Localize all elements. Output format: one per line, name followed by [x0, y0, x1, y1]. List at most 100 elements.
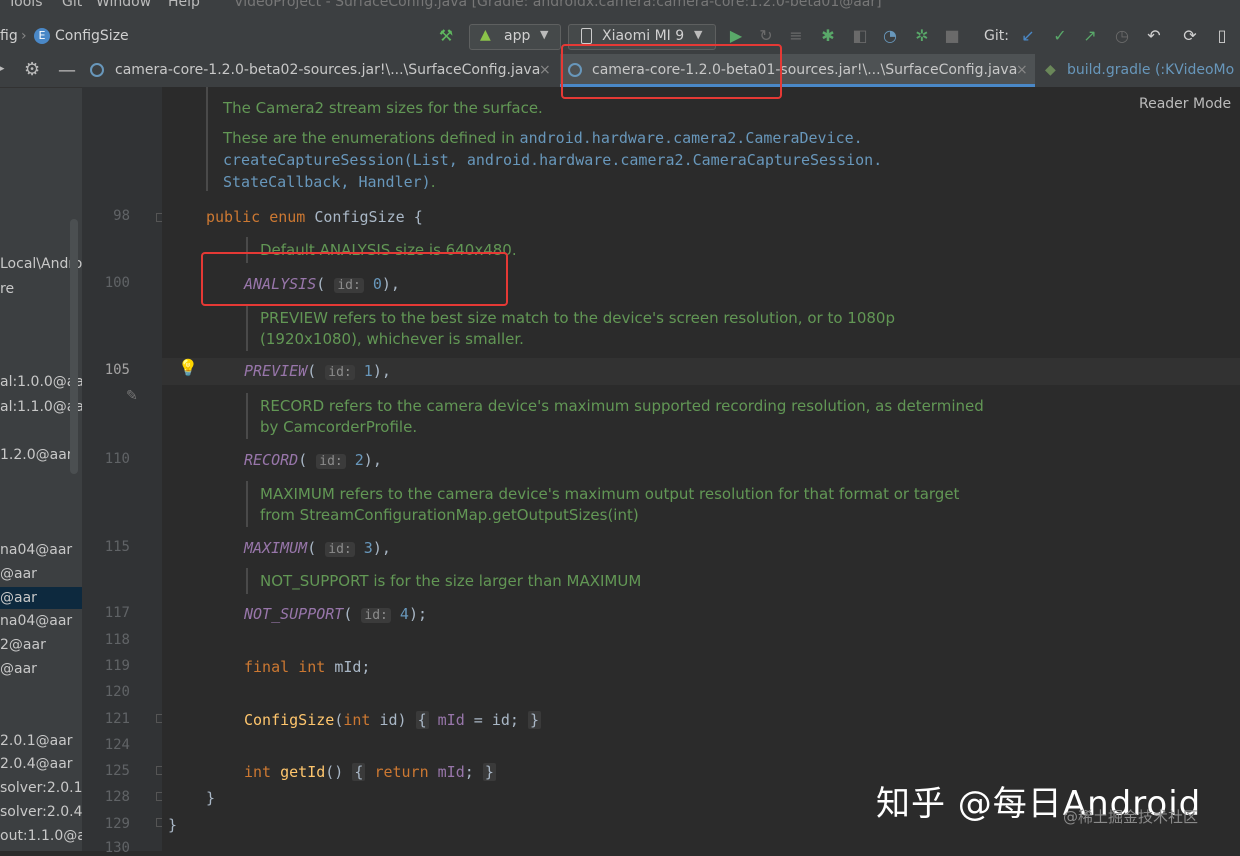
param-name: id — [379, 711, 398, 729]
device-manager-icon[interactable]: ▯ — [1212, 26, 1232, 46]
run-icon[interactable]: ▶ — [726, 26, 746, 46]
line-number: 117 — [104, 605, 130, 621]
collapse-icon[interactable]: ▸ — [0, 61, 5, 76]
tree-item[interactable]: @aar — [0, 566, 37, 582]
device-label: Xiaomi MI 9 — [602, 28, 685, 44]
close-icon[interactable]: × — [1016, 62, 1028, 78]
rerun-icon[interactable]: ↻ — [756, 26, 776, 46]
doc-record-1: RECORD refers to the camera device's max… — [260, 397, 984, 415]
android-icon: ▲ — [480, 27, 491, 43]
tree-item[interactable]: 1.2.0@aar — [0, 447, 73, 463]
line-number: 125 — [104, 763, 130, 779]
run-config-label: app — [504, 28, 531, 44]
minimize-icon[interactable]: — — [58, 60, 76, 81]
line-number: 128 — [104, 789, 130, 805]
list-icon[interactable]: ≡ — [786, 26, 806, 46]
code-editor[interactable]: The Camera2 stream sizes for the surface… — [162, 87, 1240, 851]
doc-comment-bar — [246, 568, 248, 594]
class-name: ConfigSize — [314, 208, 405, 226]
number-literal: 3 — [363, 539, 373, 557]
doc-maximum-2: from StreamConfigurationMap.getOutputSiz… — [260, 506, 639, 524]
line-number-current: 105 — [104, 362, 130, 378]
tree-item[interactable]: solver:2.0.4 — [0, 804, 82, 820]
git-update-icon[interactable]: ↙ — [1018, 26, 1038, 46]
doc-not-support: NOT_SUPPORT is for the size larger than … — [260, 572, 642, 590]
code-line-not-support: NOT_SUPPORT( id: 4); — [244, 605, 428, 623]
folded-brace[interactable]: { — [415, 711, 429, 729]
bug-icon[interactable]: ✲ — [912, 26, 932, 46]
enum-constant: PREVIEW — [244, 362, 308, 380]
tab-surfaceconfig-beta02[interactable]: camera-core-1.2.0-beta02-sources.jar!\..… — [82, 54, 558, 87]
tree-item[interactable]: na04@aar — [0, 542, 72, 558]
doc-link[interactable]: createCaptureSession(List, android.hardw… — [223, 151, 882, 169]
folded-brace[interactable]: } — [527, 711, 541, 729]
gear-icon[interactable]: ⚙ — [24, 59, 40, 80]
tree-item[interactable]: out:1.1.0@aar — [0, 828, 82, 844]
code-line-maximum: MAXIMUM( id: 3), — [244, 539, 391, 557]
enum-constant: RECORD — [244, 451, 299, 469]
code-line-close-enum: } — [206, 789, 216, 807]
tree-item[interactable]: re — [0, 281, 14, 297]
method-name: getId — [280, 763, 326, 781]
tree-item[interactable]: @aar — [0, 661, 37, 677]
field-ref: mId — [437, 711, 465, 729]
tab-label: camera-core-1.2.0-beta02-sources.jar!\..… — [115, 62, 541, 78]
rollback-icon[interactable]: ↶ — [1144, 26, 1164, 46]
breadcrumb-prev[interactable]: fig — [0, 28, 18, 44]
build-hammer-icon[interactable]: ⚒ — [436, 26, 456, 46]
method-name: ConfigSize — [244, 711, 335, 729]
param-hint: id: — [316, 454, 346, 469]
menu-git[interactable]: Git — [62, 0, 82, 10]
number-literal: 1 — [363, 362, 373, 380]
breadcrumb-current[interactable]: ConfigSize — [55, 28, 129, 44]
history-icon[interactable]: ◷ — [1112, 26, 1132, 46]
git-commit-icon[interactable]: ✓ — [1050, 26, 1070, 46]
menu-window[interactable]: Window — [96, 0, 151, 10]
doc-enum-line3: StateCallback, Handler). — [223, 173, 436, 191]
pencil-icon[interactable]: ✎ — [126, 388, 138, 404]
tab-build-gradle[interactable]: ◆ build.gradle (:KVideoMo — [1037, 54, 1240, 87]
keyword: int — [298, 658, 326, 676]
menu-tools[interactable]: Tools — [8, 0, 43, 10]
run-config-select[interactable]: ▲ app ▼ — [469, 24, 561, 50]
tree-item[interactable]: 2.0.4@aar — [0, 756, 73, 772]
doc-link[interactable]: android.hardware.camera2.CameraDevice. — [520, 129, 863, 147]
close-icon[interactable]: × — [539, 62, 551, 78]
project-panel-scrollbar[interactable] — [70, 219, 78, 474]
watermark-juejin: @稀土掘金技术社区 — [1063, 808, 1199, 826]
line-number-gutter: 98 100 105 110 115 117 118 119 120 121 1… — [82, 87, 165, 856]
line-number: 98 — [113, 208, 130, 224]
window-title: VideoProject - SurfaceConfig.java [Gradl… — [234, 0, 882, 10]
lightbulb-icon[interactable]: 💡 — [178, 358, 198, 377]
stop-icon[interactable]: ■ — [942, 26, 962, 46]
gradle-elephant-icon: ◆ — [1045, 62, 1056, 78]
git-push-icon[interactable]: ↗ — [1080, 26, 1100, 46]
enum-constant: MAXIMUM — [244, 539, 308, 557]
code-line-field: final int mId; — [244, 658, 371, 676]
brace: { — [404, 208, 423, 226]
param-hint: id: — [361, 608, 391, 623]
doc-link[interactable]: StateCallback, Handler) — [223, 173, 431, 191]
field-name: mId — [334, 658, 362, 676]
line-number: 124 — [104, 737, 130, 753]
tree-item[interactable]: 2.0.1@aar — [0, 733, 73, 749]
highlight-box-tab — [561, 44, 782, 99]
debug-icon[interactable]: ✱ — [818, 26, 838, 46]
profiler-icon[interactable]: ◔ — [880, 26, 900, 46]
tree-item[interactable]: solver:2.0.1 — [0, 780, 82, 796]
git-label: Git: — [984, 28, 1009, 44]
folded-brace[interactable]: } — [482, 763, 496, 781]
sync-icon[interactable]: ⟳ — [1180, 26, 1200, 46]
phone-icon — [581, 28, 592, 44]
attach-icon[interactable]: ◧ — [850, 26, 870, 46]
tree-item[interactable]: 2@aar — [0, 637, 46, 653]
tree-item-selected[interactable]: @aar — [0, 587, 82, 609]
tree-item[interactable]: na04@aar — [0, 613, 72, 629]
enum-constant: NOT_SUPPORT — [244, 605, 344, 623]
menu-help[interactable]: Help — [168, 0, 200, 10]
enum-icon: E — [34, 28, 50, 44]
line-number: 110 — [104, 451, 130, 467]
line-number: 129 — [104, 816, 130, 832]
folded-brace[interactable]: { — [352, 763, 366, 781]
reader-mode-toggle[interactable]: Reader Mode — [1139, 96, 1231, 112]
